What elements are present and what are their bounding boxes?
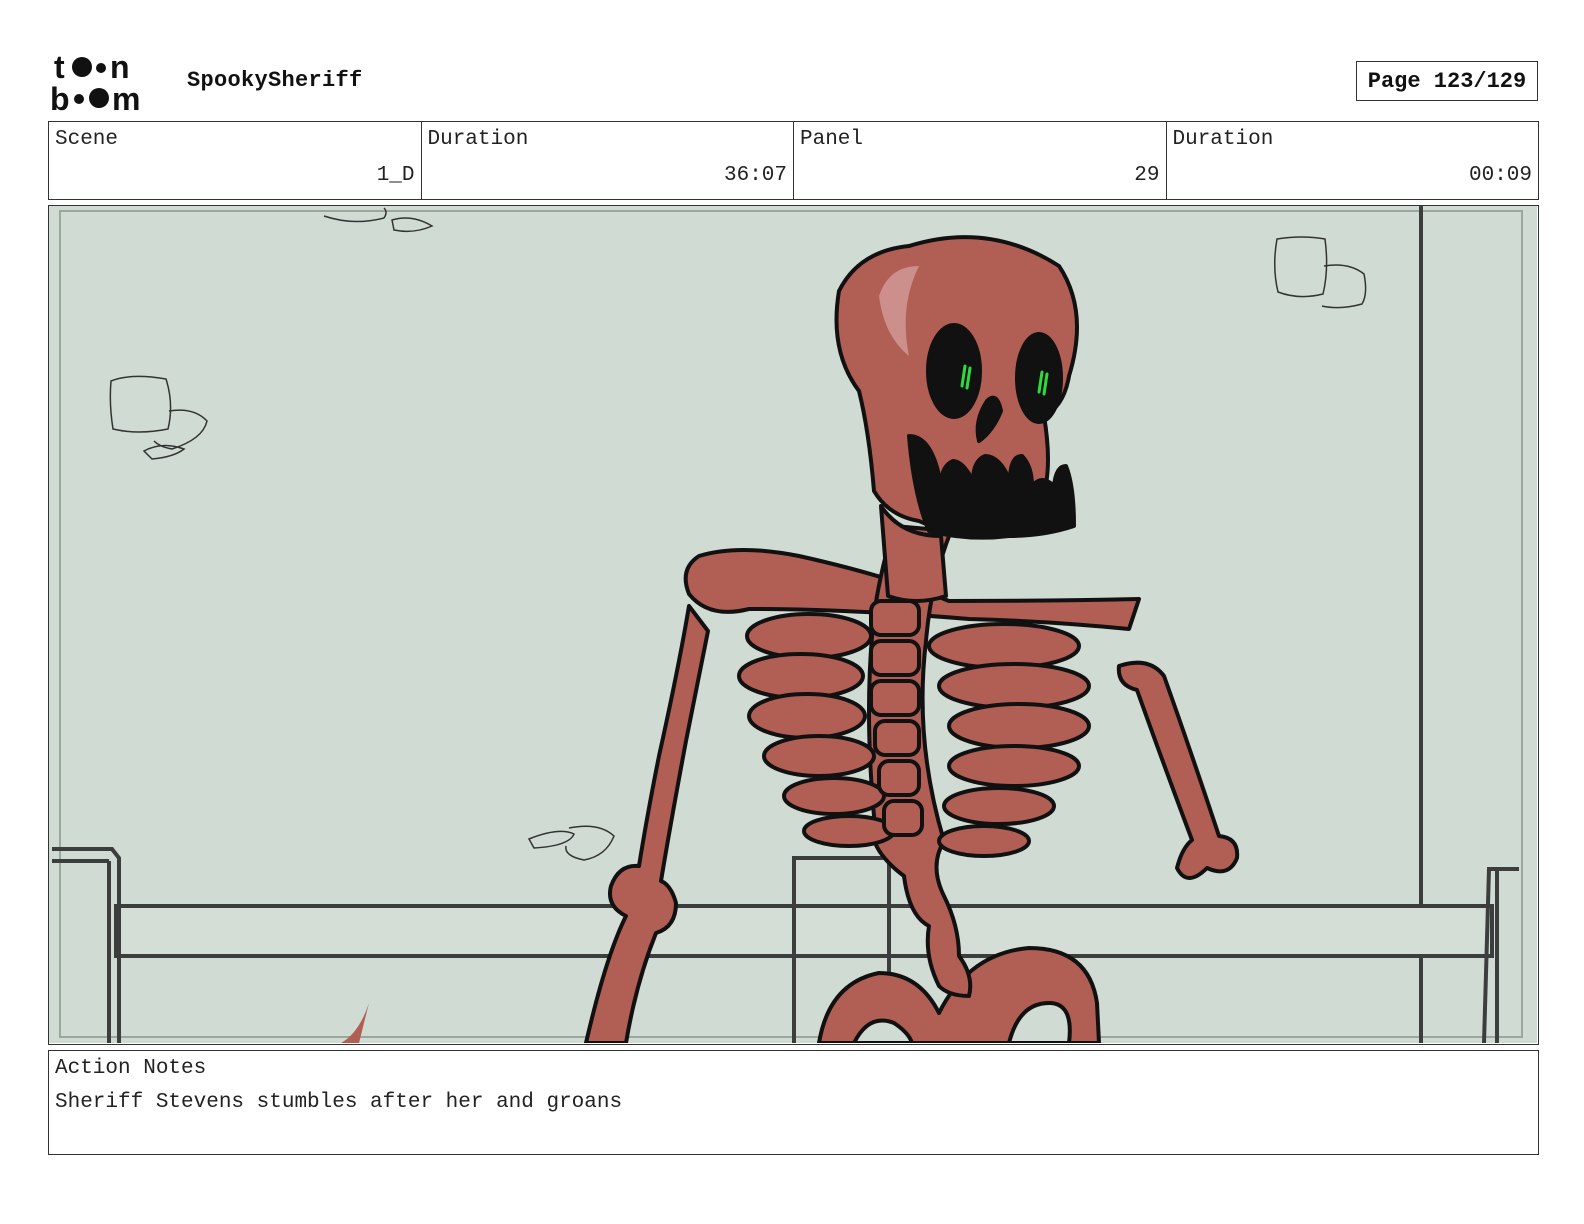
panel-duration-value: 00:09 xyxy=(1468,164,1532,187)
svg-text:t: t xyxy=(54,50,65,85)
action-notes-box: Action Notes Sheriff Stevens stumbles af… xyxy=(48,1050,1539,1155)
scene-duration-label: Duration xyxy=(427,128,529,151)
scene-label: Scene xyxy=(55,128,119,151)
skeleton-illustration xyxy=(49,206,1537,1043)
svg-text:b: b xyxy=(50,81,70,114)
panel-info-row: Scene 1_D Duration 36:07 Panel 29 Durati… xyxy=(48,121,1539,200)
scene-duration-value: 36:07 xyxy=(723,164,787,187)
action-notes-label: Action Notes xyxy=(55,1057,207,1080)
scene-value: 1_D xyxy=(376,164,415,187)
panel-value: 29 xyxy=(1134,164,1160,187)
svg-text:m: m xyxy=(112,81,140,114)
scene-duration-cell: Duration 36:07 xyxy=(422,122,794,199)
page-indicator: Page 123/129 xyxy=(1356,61,1538,101)
panel-cell: Panel 29 xyxy=(794,122,1167,199)
project-title: SpookySheriff xyxy=(187,68,363,93)
toon-boom-logo-icon: t n b m xyxy=(50,50,168,114)
panel-duration-label: Duration xyxy=(1172,128,1274,151)
action-notes-text: Sheriff Stevens stumbles after her and g… xyxy=(55,1091,623,1114)
panel-duration-cell: Duration 00:09 xyxy=(1167,122,1539,199)
scene-cell: Scene 1_D xyxy=(49,122,422,199)
panel-label: Panel xyxy=(800,128,864,151)
svg-text:n: n xyxy=(110,50,130,85)
storyboard-panel-image xyxy=(48,205,1539,1045)
